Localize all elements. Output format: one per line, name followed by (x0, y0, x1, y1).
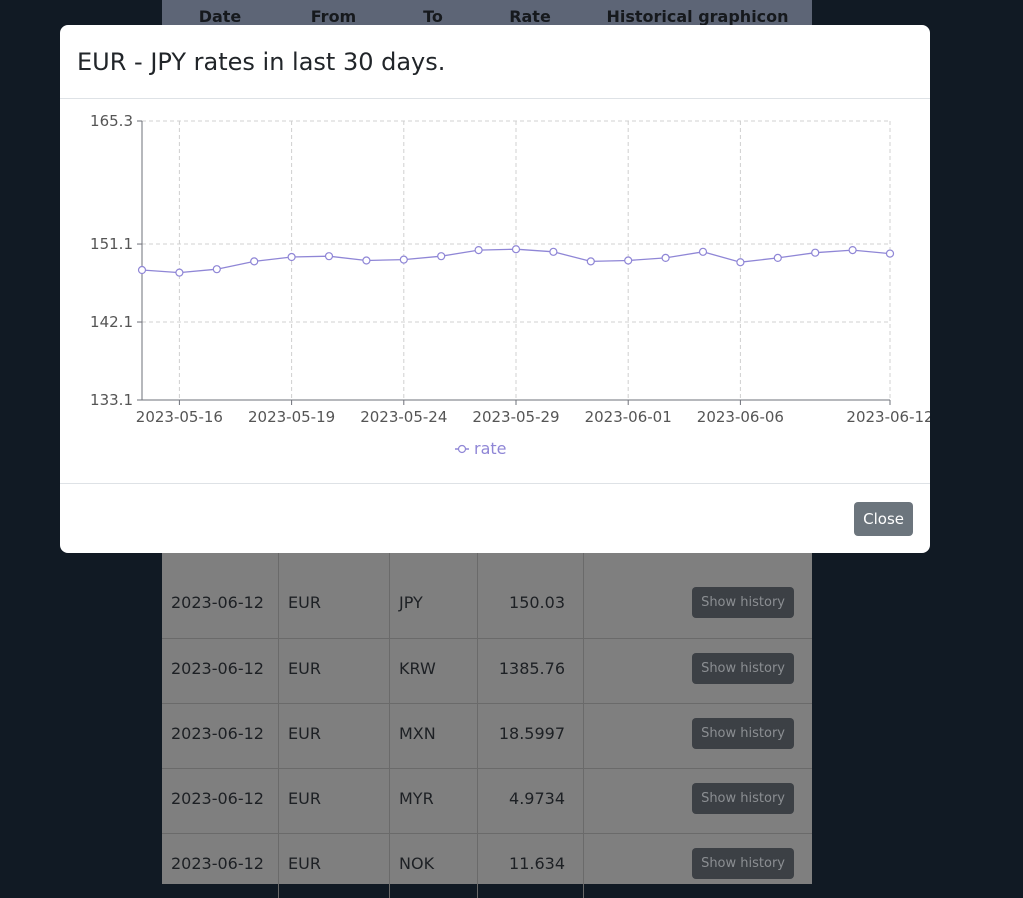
data-point (549, 247, 558, 256)
table-row: 2023-06-12 EUR JPY 150.03 Show history (162, 573, 812, 638)
cell-from: EUR (278, 834, 389, 898)
table-row: 2023-06-12 EUR NOK 11.634 Show history (162, 833, 812, 898)
data-point (698, 247, 708, 256)
cell-to: NOK (389, 834, 477, 898)
show-history-button[interactable]: Show history (692, 847, 794, 879)
y-tick-label: 142.1 (90, 313, 133, 331)
cell-date: 2023-06-12 (171, 723, 264, 743)
data-point (773, 253, 782, 263)
data-point (362, 256, 371, 265)
x-tick-label: 2023-06-12 (846, 408, 930, 426)
x-tick-label: 2023-05-16 (136, 408, 223, 426)
data-point (586, 257, 595, 266)
cell-rate: 1385.76 (477, 639, 583, 703)
cell-action: Show history (583, 639, 812, 703)
data-point (885, 249, 895, 258)
x-tick-label: 2023-06-01 (585, 408, 672, 426)
data-point (212, 265, 221, 274)
x-tick-label: 2023-05-24 (360, 408, 447, 426)
x-tick-label: 2023-06-06 (697, 408, 784, 426)
cell-date: 2023-06-12 (171, 788, 264, 808)
cell-action: Show history (583, 573, 812, 638)
cell-to: MYR (389, 769, 477, 833)
modal-header: EUR - JPY rates in last 30 days. (60, 25, 930, 99)
data-point (399, 255, 408, 264)
cell-action: Show history (583, 769, 812, 833)
rate-line-chart: 133.1 142.1 151.1 165.3 2023-05-16 2023-05-19… (90, 112, 930, 458)
cell-rate: 150.03 (477, 573, 583, 638)
cell-from: EUR (278, 573, 389, 638)
modal-body: 133.1 142.1 151.1 165.3 2023-05-16 2023-05-19… (60, 99, 930, 484)
data-point (175, 268, 184, 277)
cell-rate: 18.5997 (477, 704, 583, 768)
data-point (474, 246, 483, 255)
modal-footer: Close (60, 484, 930, 552)
history-modal: EUR - JPY rates in last 30 days. 133.1 14… (60, 25, 930, 553)
data-point (324, 252, 334, 261)
cell-date: 2023-06-12 (171, 853, 264, 873)
x-tick-label: 2023-05-29 (472, 408, 559, 426)
x-tick-label: 2023-05-19 (248, 408, 335, 426)
legend-marker (457, 444, 467, 454)
cell-to: MXN (389, 704, 477, 768)
data-point (287, 252, 296, 262)
data-point (736, 258, 745, 267)
cell-action: Show history (583, 834, 812, 898)
cell-from: EUR (278, 704, 389, 768)
legend-label: rate (474, 439, 507, 458)
modal-title: EUR - JPY rates in last 30 days. (77, 47, 446, 76)
cell-from: EUR (278, 639, 389, 703)
table-row: 2023-06-12 EUR MYR 4.9734 Show history (162, 768, 812, 833)
table-row: 2023-06-12 EUR MXN 18.5997 Show history (162, 703, 812, 768)
data-point (511, 245, 521, 254)
cell-to: KRW (389, 639, 477, 703)
y-tick-label: 133.1 (90, 391, 133, 409)
show-history-button[interactable]: Show history (692, 652, 794, 684)
cell-date: 2023-06-12 (171, 593, 264, 612)
table-row: 2023-06-12 EUR KRW 1385.76 Show history (162, 638, 812, 703)
data-point (624, 256, 633, 265)
cell-from: EUR (278, 769, 389, 833)
cell-date: 2023-06-12 (171, 658, 264, 678)
y-tick-label: 151.1 (90, 235, 133, 253)
y-tick-label: 165.3 (90, 112, 133, 130)
close-button[interactable]: Close (854, 502, 913, 536)
data-point (848, 246, 857, 255)
show-history-button[interactable]: Show history (692, 782, 794, 814)
data-point (437, 252, 446, 261)
show-history-button[interactable]: Show history (692, 717, 794, 749)
cell-rate: 11.634 (477, 834, 583, 898)
table-body: 2023-06-12 EUR JPY 150.03 Show history 2… (162, 552, 812, 898)
data-point (661, 253, 670, 263)
data-point (811, 248, 820, 257)
cell-rate: 4.9734 (477, 769, 583, 833)
cell-action: Show history (583, 704, 812, 768)
cell-to: JPY (389, 573, 477, 638)
data-point (250, 257, 259, 266)
data-point (137, 265, 147, 275)
show-history-button[interactable]: Show history (692, 587, 794, 618)
